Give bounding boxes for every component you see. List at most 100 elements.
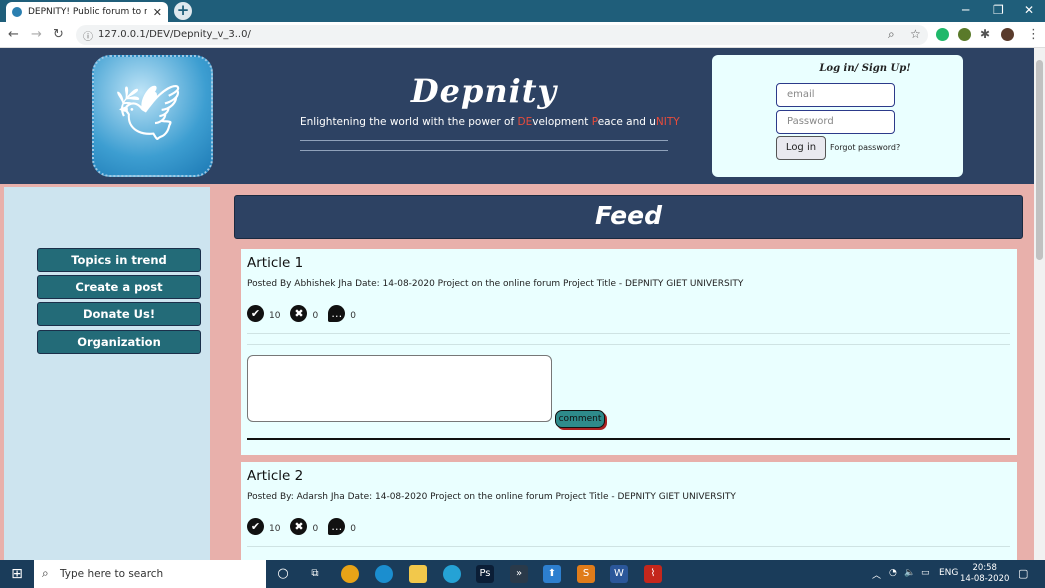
search-icon: ⌕ xyxy=(42,566,49,580)
battery-icon[interactable]: ▭ xyxy=(921,568,930,578)
site-title: Depnity xyxy=(410,72,558,110)
comments-icon[interactable]: … xyxy=(328,305,346,322)
network-icon[interactable]: ◔ xyxy=(889,568,897,578)
taskbar-search-input[interactable]: ⌕ Type here to search xyxy=(34,560,266,588)
sublime-icon[interactable]: S xyxy=(577,565,595,583)
site-tagline: Enlightening the world with the power of… xyxy=(300,116,680,128)
address-bar-row: ← → ↻ ⓘ 127.0.0.1/DEV/Depnity_v_3..0/ ⌕ … xyxy=(0,22,1045,48)
comment-count: 0 xyxy=(350,310,356,321)
vscode-icon[interactable]: » xyxy=(510,565,528,583)
word-icon[interactable]: W xyxy=(610,565,628,583)
whatsapp-icon[interactable] xyxy=(443,565,461,583)
browser-tab-strip: DEPNITY! Public forum to resolve ✕ + ─ ❐… xyxy=(0,0,1045,22)
dislike-x-icon[interactable]: ✖ xyxy=(290,305,308,322)
tagline-text: Enlightening the world with the power of xyxy=(300,116,518,128)
forgot-password-link[interactable]: Forgot password? xyxy=(830,143,900,152)
acrobat-icon[interactable]: ⌇ xyxy=(644,565,662,583)
header-divider xyxy=(300,140,668,141)
new-tab-button[interactable]: + xyxy=(174,2,192,20)
tagline-highlight: NITY xyxy=(655,116,680,128)
article-card: Article 2 Posted By: Adarsh Jha Date: 14… xyxy=(241,462,1017,560)
url-field[interactable]: ⓘ 127.0.0.1/DEV/Depnity_v_3..0/ xyxy=(76,25,928,45)
comment-count: 0 xyxy=(350,523,356,534)
sidebar-item-organization[interactable]: Organization xyxy=(37,330,201,354)
extensions-puzzle-icon[interactable]: ✱ xyxy=(980,27,990,41)
article-reactions: ✔ 10 ✖ 0 … 0 xyxy=(247,305,361,322)
chrome-icon[interactable] xyxy=(341,565,359,583)
sidebar-item-create-post[interactable]: Create a post xyxy=(37,275,201,299)
task-view-icon[interactable]: ⧉ xyxy=(306,565,324,583)
tray-chevron-icon[interactable]: ︿ xyxy=(872,568,881,581)
maximize-icon[interactable]: ❐ xyxy=(993,3,1004,17)
bookmark-star-icon[interactable]: ☆ xyxy=(910,27,921,41)
back-icon[interactable]: ← xyxy=(8,27,19,42)
page-scrollbar[interactable] xyxy=(1034,48,1045,560)
article-separator xyxy=(247,438,1010,440)
file-explorer-icon[interactable] xyxy=(409,565,427,583)
url-text: 127.0.0.1/DEV/Depnity_v_3..0/ xyxy=(98,29,251,40)
grammarly-extension-icon[interactable] xyxy=(936,28,949,41)
article-reactions: ✔ 10 ✖ 0 … 0 xyxy=(247,518,361,535)
windows-taskbar: ⊞ ⌕ Type here to search ○ ⧉ Ps » ⬆ S W ⌇… xyxy=(0,560,1045,588)
article-divider xyxy=(247,333,1010,334)
store-icon[interactable]: ⬆ xyxy=(543,565,561,583)
close-tab-icon[interactable]: ✕ xyxy=(153,6,162,19)
forward-icon[interactable]: → xyxy=(31,27,42,42)
comments-icon[interactable]: … xyxy=(328,518,346,535)
login-button[interactable]: Log in xyxy=(776,136,826,160)
taskbar-clock[interactable]: 20:58 14-08-2020 xyxy=(960,563,1009,585)
sidebar-item-topics-in-trend[interactable]: Topics in trend xyxy=(37,248,201,272)
dislike-count: 0 xyxy=(312,310,319,321)
login-title: Log in/ Sign Up! xyxy=(819,63,911,74)
article-divider xyxy=(247,344,1010,345)
like-check-icon[interactable]: ✔ xyxy=(247,518,264,535)
like-check-icon[interactable]: ✔ xyxy=(247,305,264,322)
favicon-icon xyxy=(12,7,22,17)
dislike-x-icon[interactable]: ✖ xyxy=(290,518,308,535)
login-panel: Log in/ Sign Up! email Password Log in F… xyxy=(712,55,963,177)
windows-start-icon[interactable]: ⊞ xyxy=(0,560,34,588)
like-count: 10 xyxy=(269,310,281,321)
like-count: 10 xyxy=(269,523,281,534)
feed-header: Feed xyxy=(234,195,1023,239)
article-meta: Posted By Abhishek Jha Date: 14-08-2020 … xyxy=(247,279,744,289)
reload-icon[interactable]: ↻ xyxy=(53,27,64,42)
browser-menu-icon[interactable]: ⋮ xyxy=(1027,27,1040,42)
tab-title: DEPNITY! Public forum to resolve xyxy=(28,7,147,17)
comment-textarea[interactable] xyxy=(247,355,552,422)
notifications-icon[interactable]: ▢ xyxy=(1018,567,1028,580)
dislike-count: 0 xyxy=(312,523,319,534)
info-icon[interactable]: ⓘ xyxy=(83,28,93,43)
tagline-text: velopment xyxy=(532,116,592,128)
sidebar: Topics in trend Create a post Donate Us!… xyxy=(4,187,210,560)
search-placeholder: Type here to search xyxy=(60,568,164,580)
tagline-text: eace and u xyxy=(597,116,656,128)
password-field[interactable]: Password xyxy=(776,110,895,134)
article-divider xyxy=(247,546,1010,547)
browser-tab[interactable]: DEPNITY! Public forum to resolve ✕ xyxy=(6,2,168,22)
language-indicator[interactable]: ENG xyxy=(939,568,958,578)
extension-icon[interactable] xyxy=(958,28,971,41)
cortana-icon[interactable]: ○ xyxy=(274,565,292,583)
photoshop-icon[interactable]: Ps xyxy=(476,565,494,583)
sidebar-item-donate[interactable]: Donate Us! xyxy=(37,302,201,326)
close-window-icon[interactable]: ✕ xyxy=(1024,3,1034,17)
dove-logo: 🕊 xyxy=(92,55,213,177)
clock-time: 20:58 xyxy=(972,563,997,573)
zoom-icon[interactable]: ⌕ xyxy=(888,27,895,42)
dove-icon: 🕊 xyxy=(114,81,183,144)
minimize-icon[interactable]: ─ xyxy=(962,3,969,17)
profile-avatar-icon[interactable] xyxy=(1001,28,1014,41)
email-field[interactable]: email xyxy=(776,83,895,107)
comment-button[interactable]: comment xyxy=(555,410,605,428)
site-header: 🕊 Depnity Enlightening the world with th… xyxy=(0,48,1034,184)
clock-date: 14-08-2020 xyxy=(960,574,1010,584)
article-title: Article 2 xyxy=(247,468,304,484)
header-divider xyxy=(300,150,668,151)
article-meta: Posted By: Adarsh Jha Date: 14-08-2020 P… xyxy=(247,492,736,502)
volume-icon[interactable]: 🔈 xyxy=(904,568,915,578)
edge-icon[interactable] xyxy=(375,565,393,583)
article-title: Article 1 xyxy=(247,255,304,271)
article-card: Article 1 Posted By Abhishek Jha Date: 1… xyxy=(241,249,1017,455)
scrollbar-thumb[interactable] xyxy=(1036,60,1043,260)
